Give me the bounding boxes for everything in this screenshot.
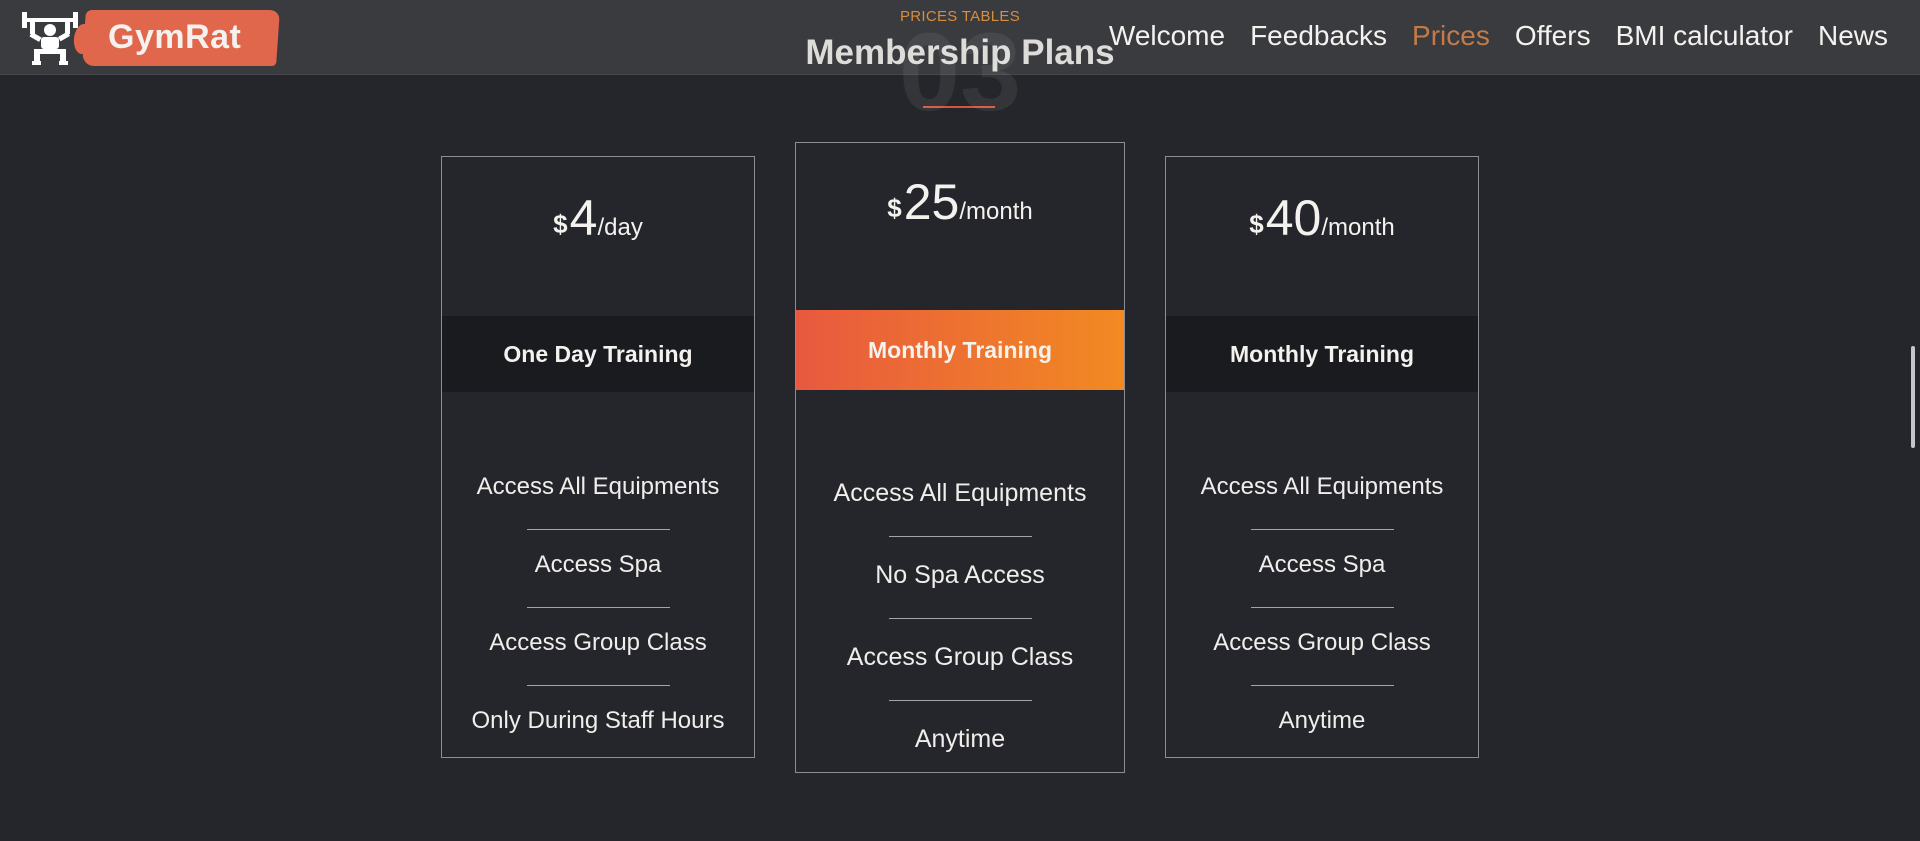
feature-item: Access Spa xyxy=(1166,542,1478,620)
feature-item: Anytime xyxy=(796,716,1124,798)
feature-text: Access Spa xyxy=(1258,551,1386,578)
feature-item: Access All Equipments xyxy=(442,464,754,542)
price-amount: 40 xyxy=(1265,190,1322,246)
nav-menu: Welcome Feedbacks Prices Offers BMI calc… xyxy=(1109,20,1888,52)
price-currency: $ xyxy=(887,193,902,223)
nav-link-news[interactable]: News xyxy=(1818,20,1888,52)
nav-link-prices[interactable]: Prices xyxy=(1412,20,1490,52)
feature-divider xyxy=(526,685,670,686)
feature-item: Anytime xyxy=(1166,698,1478,776)
feature-text: Access All Equipments xyxy=(833,479,1087,507)
pricing-card-monthly: $40/month Monthly Training Access All Eq… xyxy=(1165,156,1479,758)
section-divider xyxy=(923,106,995,108)
plan-name: Monthly Training xyxy=(796,310,1124,390)
feature-text: Access All Equipments xyxy=(476,473,720,500)
feature-divider xyxy=(1250,529,1394,530)
plan-features: Access All Equipments Access Spa Access … xyxy=(1166,464,1478,776)
navbar: GymRat Welcome Feedbacks Prices Offers B… xyxy=(0,0,1920,75)
nav-link-feedbacks[interactable]: Feedbacks xyxy=(1250,20,1387,52)
feature-divider xyxy=(1250,607,1394,608)
feature-text: No Spa Access xyxy=(875,561,1045,589)
feature-item: No Spa Access xyxy=(796,552,1124,634)
feature-text: Anytime xyxy=(914,725,1006,753)
feature-text: Access Group Class xyxy=(1213,629,1431,656)
price-amount: 25 xyxy=(903,174,960,230)
feature-divider xyxy=(888,618,1032,619)
feature-item: Access Group Class xyxy=(796,634,1124,716)
price-currency: $ xyxy=(1249,209,1264,239)
feature-item: Access Group Class xyxy=(442,620,754,698)
nav-link-welcome[interactable]: Welcome xyxy=(1109,20,1225,52)
price-period: /month xyxy=(959,198,1033,225)
feature-text: Access Group Class xyxy=(846,643,1074,671)
brand-logo[interactable]: GymRat xyxy=(20,10,280,66)
feature-divider xyxy=(526,607,670,608)
feature-divider xyxy=(1250,685,1394,686)
feature-divider xyxy=(888,536,1032,537)
price-currency: $ xyxy=(553,209,568,239)
plan-price: $40/month xyxy=(1166,189,1478,247)
pricing-card-monthly-featured: $25/month Monthly Training Access All Eq… xyxy=(795,142,1125,773)
feature-item: Access Spa xyxy=(442,542,754,620)
plan-price: $25/month xyxy=(796,173,1124,231)
feature-text: Access Spa xyxy=(534,551,662,578)
price-amount: 4 xyxy=(569,190,598,246)
plan-price: $4/day xyxy=(442,189,754,247)
price-period: /month xyxy=(1321,214,1395,241)
feature-text: Anytime xyxy=(1278,707,1366,734)
feature-divider xyxy=(888,700,1032,701)
plan-name: Monthly Training xyxy=(1166,316,1478,392)
feature-item: Only During Staff Hours xyxy=(442,698,754,776)
price-period: /day xyxy=(597,214,643,241)
feature-text: Only During Staff Hours xyxy=(471,707,725,734)
weightlifter-icon xyxy=(22,12,78,65)
plan-features: Access All Equipments No Spa Access Acce… xyxy=(796,470,1124,798)
plan-features: Access All Equipments Access Spa Access … xyxy=(442,464,754,776)
pricing-card-day: $4/day One Day Training Access All Equip… xyxy=(441,156,755,758)
nav-link-offers[interactable]: Offers xyxy=(1515,20,1591,52)
feature-item: Access Group Class xyxy=(1166,620,1478,698)
feature-divider xyxy=(526,529,670,530)
feature-item: Access All Equipments xyxy=(796,470,1124,552)
nav-link-bmi-calculator[interactable]: BMI calculator xyxy=(1616,20,1793,52)
feature-text: Access All Equipments xyxy=(1200,473,1444,500)
brand-name: GymRat xyxy=(108,18,242,56)
feature-item: Access All Equipments xyxy=(1166,464,1478,542)
plan-name: One Day Training xyxy=(442,316,754,392)
feature-text: Access Group Class xyxy=(489,629,707,656)
scrollbar-thumb[interactable] xyxy=(1911,346,1915,448)
page: GymRat Welcome Feedbacks Prices Offers B… xyxy=(0,0,1920,841)
